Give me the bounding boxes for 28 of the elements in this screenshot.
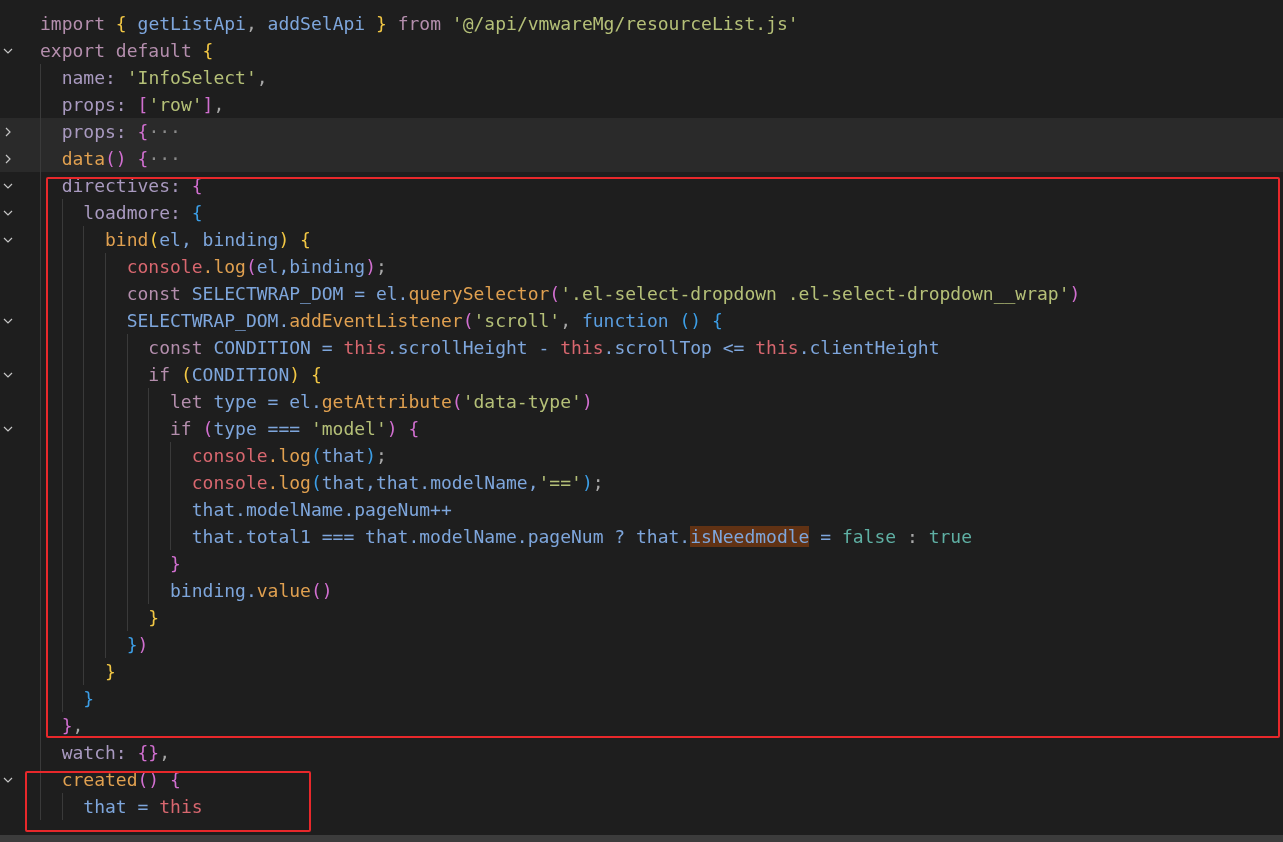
code-line: binding.value() bbox=[170, 579, 333, 603]
code-line: if (type === 'model') { bbox=[170, 417, 420, 441]
code-line: console.log(el,binding); bbox=[126, 255, 387, 279]
code-line: loadmore: { bbox=[83, 201, 203, 225]
code-line: } bbox=[148, 606, 160, 630]
code-line: } bbox=[105, 660, 116, 684]
code-line: console.log(that,that.modelName,'=='); bbox=[191, 471, 604, 495]
code-line: } bbox=[83, 687, 95, 711]
code-line: data() {··· bbox=[61, 147, 181, 171]
code-line: that.total1 === that.modelName.pageNum ? that.isNeedmodle = false : true bbox=[191, 525, 972, 549]
code-line: watch: {}, bbox=[61, 741, 171, 765]
code-line: props: {··· bbox=[61, 120, 181, 144]
code-line: } bbox=[170, 552, 181, 576]
code-line: props: ['row'], bbox=[61, 93, 225, 117]
code-line: const SELECTWRAP_DOM = el.querySelector('.el-select-dropdown .el-select-dropdown__wrap') bbox=[126, 282, 1081, 306]
code-line: console.log(that); bbox=[191, 444, 387, 468]
code-line: const CONDITION = this.scrollHeight - this.scrollTop <= this.clientHeight bbox=[148, 336, 940, 360]
code-line: bind(el, binding) { bbox=[105, 228, 311, 252]
code-line: }) bbox=[126, 633, 149, 657]
code-line: that.modelName.pageNum++ bbox=[191, 498, 452, 522]
code-line: import { getListApi, addSelApi } from '@/api/vmwareMg/resourceList.js' bbox=[40, 12, 799, 36]
code-line: SELECTWRAP_DOM.addEventListener('scroll', function () { bbox=[126, 309, 723, 333]
code-line: let type = el.getAttribute('data-type') bbox=[170, 390, 593, 414]
code-line: export default { bbox=[40, 39, 214, 63]
code-line: name: 'InfoSelect', bbox=[61, 66, 268, 90]
code-line: that = this bbox=[83, 795, 203, 819]
code-line: if (CONDITION) { bbox=[148, 363, 322, 387]
code-line: }, bbox=[61, 714, 84, 738]
